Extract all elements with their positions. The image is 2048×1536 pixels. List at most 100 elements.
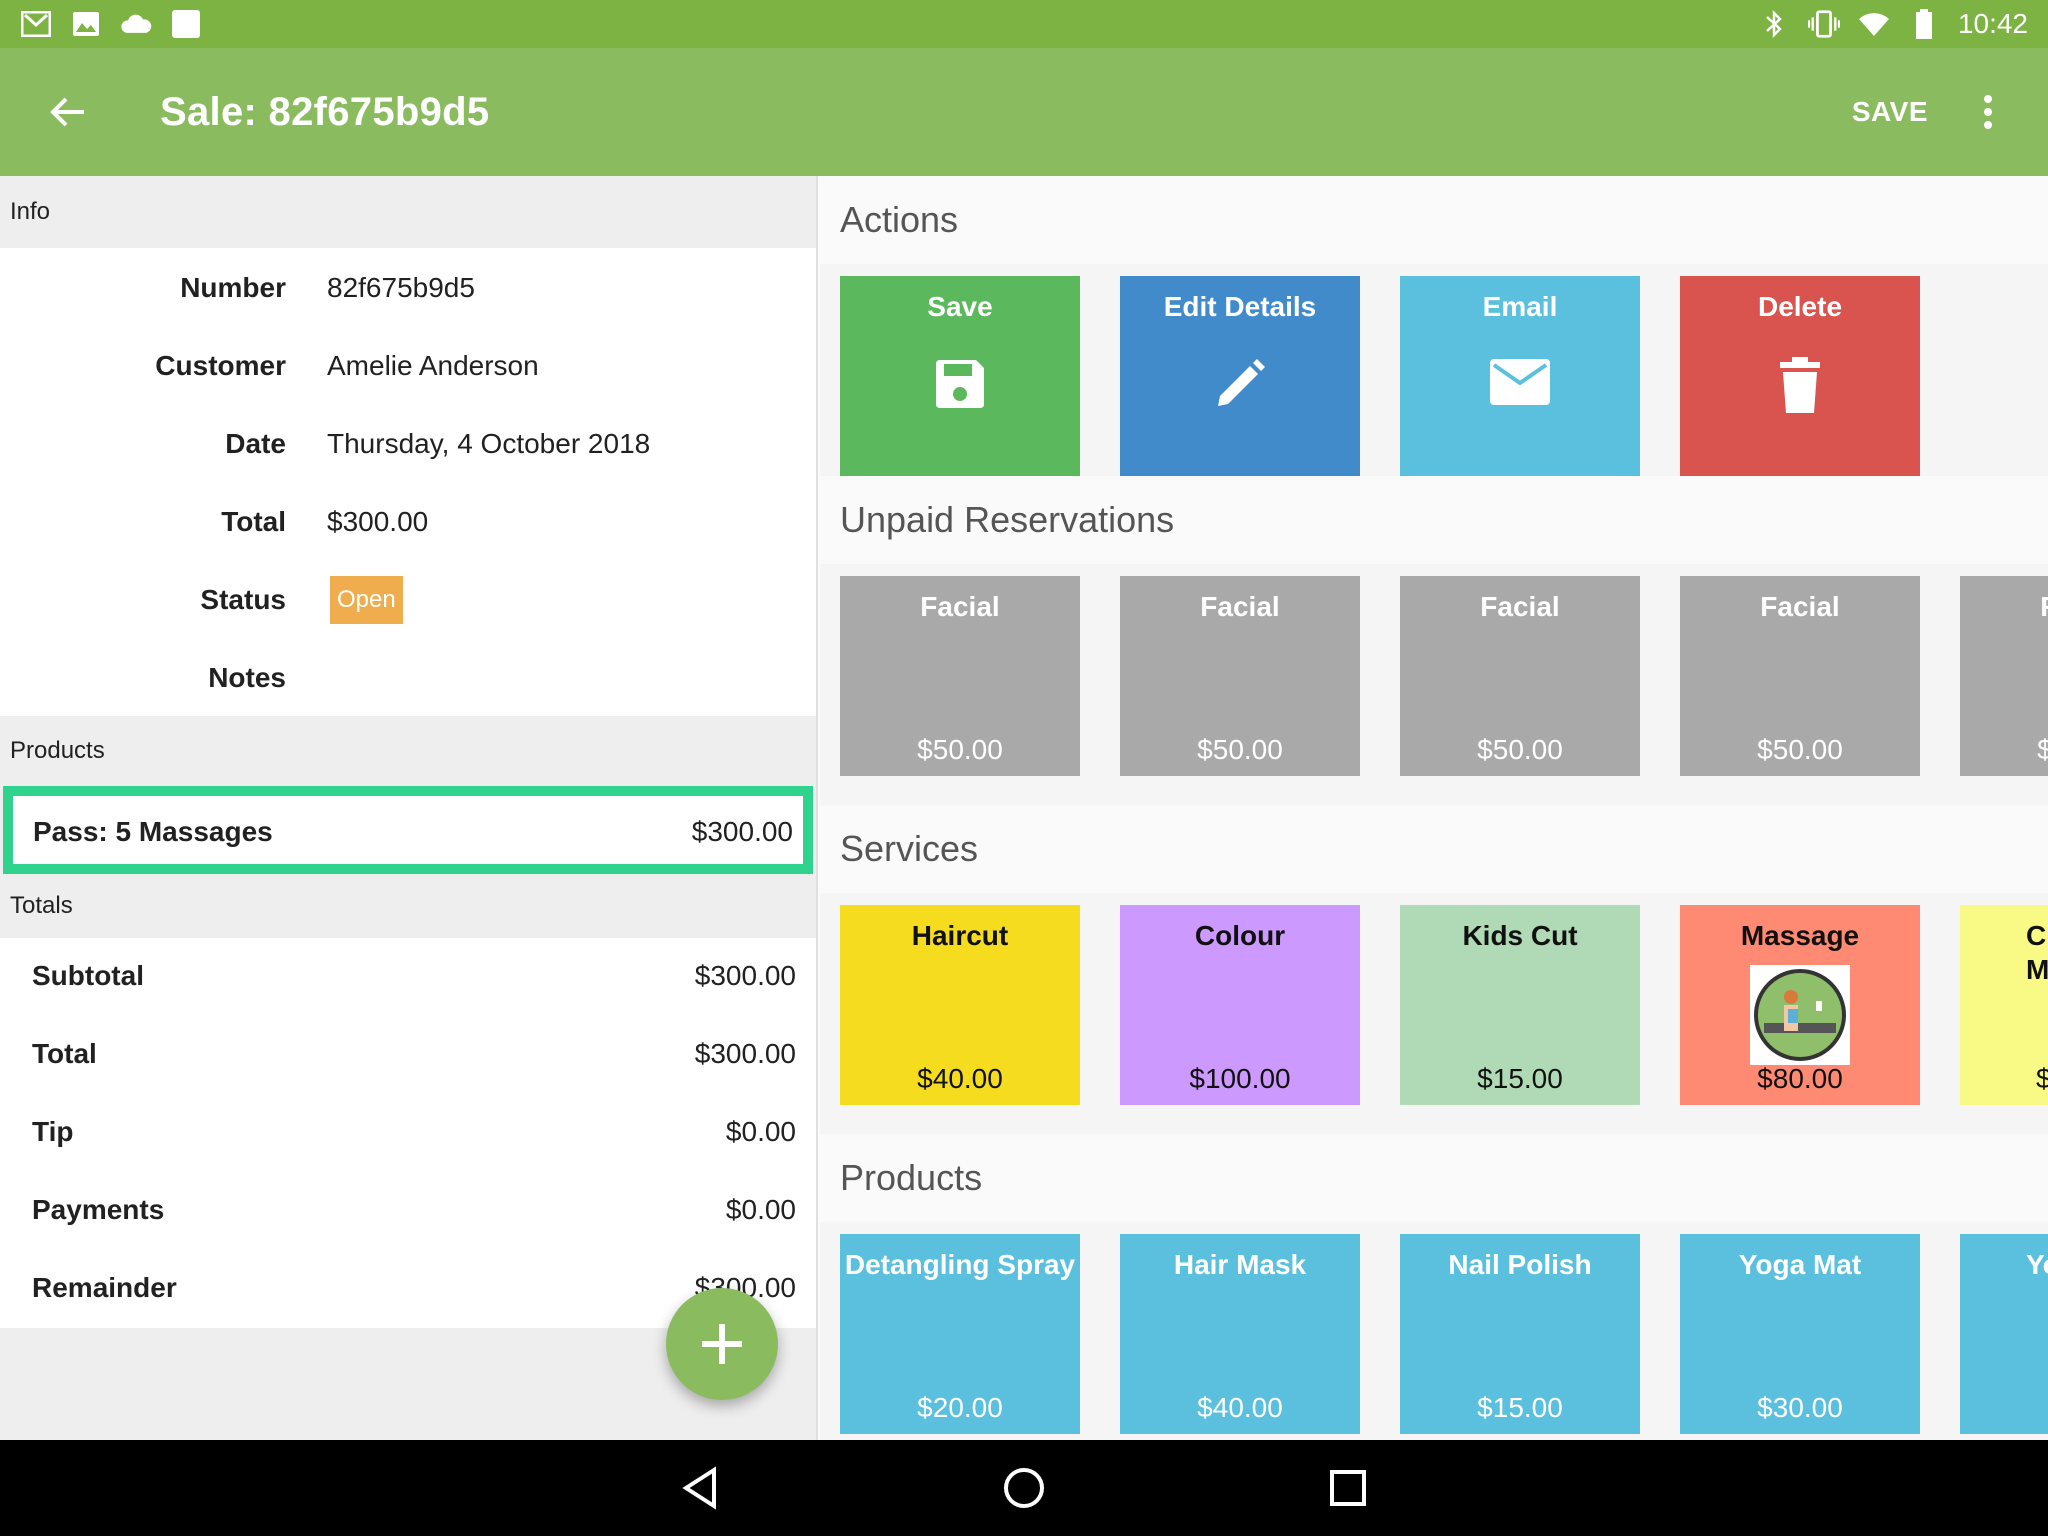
totals-label: Remainder [32, 1272, 177, 1303]
tile-price: $20.00 [917, 1392, 1003, 1423]
action-edit-details-tile[interactable]: Edit Details [1120, 276, 1360, 476]
image-icon [70, 8, 102, 40]
products-grid-heading: Products [820, 1134, 2048, 1222]
tile-name: Facial [1760, 591, 1840, 622]
service-tile-massage[interactable]: Massage $80.00 [1680, 905, 1920, 1105]
status-badge: Open [330, 576, 403, 624]
info-row-status: Status Open [0, 560, 816, 638]
envelope-icon [1490, 359, 1550, 405]
service-tile-haircut[interactable]: Haircut $40.00 [840, 905, 1080, 1105]
trash-icon [1780, 357, 1820, 413]
tile-name: Kids Cut [1462, 920, 1578, 951]
sale-detail-pane: Info Number 82f675b9d5 Customer Amelie A… [0, 176, 818, 1440]
reservation-tile[interactable]: Facial $50.00 [1120, 576, 1360, 776]
product-name: Pass: 5 Massages [33, 816, 273, 847]
info-label: Total [221, 506, 286, 537]
battery-icon [1908, 8, 1940, 40]
info-row-customer[interactable]: Customer Amelie Anderson [0, 326, 816, 404]
product-tile-hair-mask[interactable]: Hair Mask $40.00 [1120, 1234, 1360, 1434]
info-row-date: Date Thursday, 4 October 2018 [0, 404, 816, 482]
totals-row-tip[interactable]: Tip $0.00 [0, 1094, 816, 1172]
services-row: Haircut $40.00 Colour $100.00 Kids Cut $… [820, 893, 2048, 1105]
page-title: Sale: 82f675b9d5 [160, 90, 490, 134]
tile-price: $40.00 [917, 1063, 1003, 1094]
nav-home-button[interactable] [996, 1460, 1052, 1516]
overflow-menu-button[interactable] [1968, 88, 2008, 136]
tile-price: $50.00 [1757, 734, 1843, 765]
info-label: Notes [208, 662, 286, 693]
tile-label: Save [927, 291, 993, 322]
info-card: Number 82f675b9d5 Customer Amelie Anders… [0, 248, 816, 716]
info-label: Date [225, 428, 286, 459]
totals-label: Tip [32, 1116, 74, 1147]
tile-price: $15.00 [1477, 1392, 1563, 1423]
tile-price: $50.00 [1477, 734, 1563, 765]
plus-icon [702, 1324, 742, 1364]
reservation-tile[interactable]: Facial $50.00 [1400, 576, 1640, 776]
services-heading: Services [820, 805, 2048, 893]
info-row-number: Number 82f675b9d5 [0, 248, 816, 326]
products-heading: Products [0, 716, 816, 786]
totals-row-payments[interactable]: Payments $0.00 [0, 1172, 816, 1250]
tile-price: $40.00 [1197, 1392, 1283, 1423]
add-fab-button[interactable] [666, 1288, 778, 1400]
totals-value: $300.00 [694, 960, 796, 991]
info-label: Customer [155, 350, 286, 381]
totals-label: Payments [32, 1194, 165, 1225]
pencil-icon [1218, 359, 1265, 406]
info-heading: Info [0, 176, 816, 248]
circle-home-icon [1004, 1468, 1044, 1508]
action-email-tile[interactable]: Email [1400, 276, 1640, 476]
reservation-tile[interactable]: Facial $50.00 [840, 576, 1080, 776]
product-price: $300.00 [691, 816, 793, 847]
info-row-notes[interactable]: Notes [0, 638, 816, 716]
totals-value: $0.00 [725, 1116, 796, 1147]
tile-price: $ [2036, 1063, 2048, 1094]
tile-price: $15.00 [1477, 1063, 1563, 1094]
unpaid-reservations-heading: Unpaid Reservations [820, 476, 2048, 564]
products-grid-row: Detangling Spray $20.00 Hair Mask $40.00… [820, 1222, 2048, 1434]
tile-name: Detangling Spray [844, 1249, 1076, 1280]
totals-label: Total [32, 1038, 97, 1069]
info-value: 82f675b9d5 [327, 272, 475, 303]
tile-name: Facial [1960, 590, 2048, 624]
tile-name: Facial [1200, 591, 1280, 622]
tile-label: Edit Details [1163, 291, 1317, 322]
reservation-tile[interactable]: Facial $50.00 [1960, 576, 2048, 776]
product-tile-yoga-mat[interactable]: Yoga Mat $30.00 [1680, 1234, 1920, 1434]
system-nav-bar [0, 1440, 2048, 1536]
product-tile-partial[interactable]: Yog [1960, 1234, 2048, 1434]
info-label: Number [180, 272, 286, 303]
floppy-disk-icon [936, 360, 984, 408]
square-notification-icon [170, 8, 202, 40]
nav-recents-button[interactable] [1320, 1460, 1376, 1516]
tile-name: Yog [2026, 1249, 2048, 1280]
tile-name: Hair Mask [1173, 1249, 1307, 1280]
cloud-icon [120, 8, 152, 40]
tile-price: $100.00 [1189, 1063, 1291, 1094]
info-value: $300.00 [327, 506, 429, 537]
back-button[interactable] [44, 88, 92, 136]
service-tile-partial[interactable]: C M $ [1960, 905, 2048, 1105]
tile-name: Massage [1740, 920, 1860, 951]
sale-product-row[interactable]: Pass: 5 Massages $300.00 [3, 786, 813, 874]
tile-name: Facial [920, 591, 1000, 622]
service-tile-colour[interactable]: Colour $100.00 [1120, 905, 1360, 1105]
totals-value: $300.00 [694, 1038, 796, 1069]
action-delete-tile[interactable]: Delete [1680, 276, 1920, 476]
nav-back-button[interactable] [672, 1460, 728, 1516]
service-tile-kids-cut[interactable]: Kids Cut $15.00 [1400, 905, 1640, 1105]
actions-heading: Actions [820, 176, 2048, 264]
tile-name: Colour [1194, 920, 1286, 951]
unpaid-reservations-row: Facial $50.00 Facial $50.00 Facial $50.0… [820, 564, 2048, 776]
reservation-tile[interactable]: Facial $50.00 [1680, 576, 1920, 776]
totals-label: Subtotal [32, 960, 144, 991]
product-tile-detangling-spray[interactable]: Detangling Spray $20.00 [840, 1234, 1080, 1434]
square-recents-icon [1330, 1470, 1366, 1506]
app-bar: Sale: 82f675b9d5 SAVE [0, 48, 2048, 176]
product-tile-nail-polish[interactable]: Nail Polish $15.00 [1400, 1234, 1640, 1434]
tile-name: Nail Polish [1448, 1249, 1592, 1280]
bluetooth-icon [1758, 8, 1790, 40]
save-button[interactable]: SAVE [1852, 96, 1928, 128]
action-save-tile[interactable]: Save [840, 276, 1080, 476]
